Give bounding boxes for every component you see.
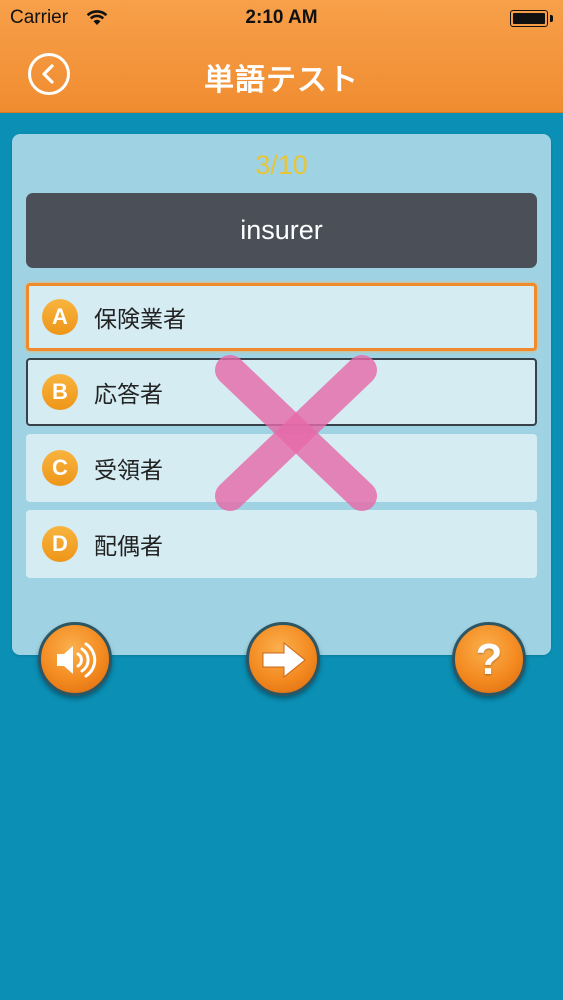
status-bar: Carrier 2:10 AM xyxy=(0,0,563,36)
help-icon: ? xyxy=(475,635,503,684)
option-label: 応答者 xyxy=(94,382,163,408)
navigation-bar: Carrier 2:10 AM 単語テスト xyxy=(0,0,563,113)
battery-tip xyxy=(550,15,553,22)
question-word: insurer xyxy=(26,193,537,268)
option-d[interactable]: D 配偶者 xyxy=(26,510,537,578)
next-button[interactable] xyxy=(246,622,320,696)
quiz-card: 3/10 insurer A 保険業者 B 応答者 C 受領者 D 配偶者 xyxy=(12,134,551,655)
option-letter-badge: C xyxy=(42,450,78,486)
page-title: 単語テスト xyxy=(204,63,359,98)
option-letter-badge: B xyxy=(42,374,78,410)
option-label: 配偶者 xyxy=(94,534,163,560)
option-label: 受領者 xyxy=(94,458,163,484)
option-b[interactable]: B 応答者 xyxy=(26,358,537,426)
option-c[interactable]: C 受領者 xyxy=(26,434,537,502)
option-letter-badge: D xyxy=(42,526,78,562)
option-letter-badge: A xyxy=(42,299,78,335)
sound-button[interactable] xyxy=(38,622,112,696)
option-label: 保険業者 xyxy=(94,307,186,333)
status-time: 2:10 AM xyxy=(245,7,318,28)
option-a[interactable]: A 保険業者 xyxy=(26,283,537,351)
arrow-right-icon xyxy=(262,641,306,679)
speaker-icon xyxy=(57,642,97,678)
battery-icon xyxy=(510,10,548,27)
question-progress: 3/10 xyxy=(255,150,308,180)
help-button[interactable]: ? xyxy=(452,622,526,696)
